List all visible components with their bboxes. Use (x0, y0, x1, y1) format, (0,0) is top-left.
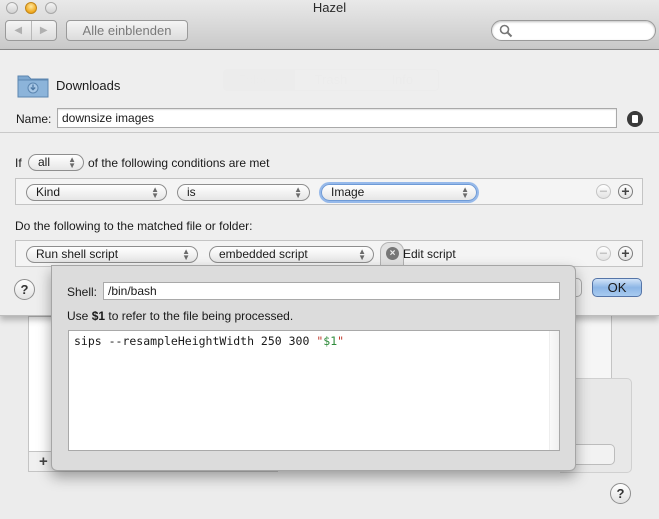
main-help-button[interactable]: ? (610, 483, 631, 504)
add-folder-button[interactable]: + (39, 453, 48, 470)
popup-arrows-icon: ▲ ▼ (294, 185, 302, 200)
navigation-segment: ◀ ▶ (5, 20, 57, 41)
add-action-button[interactable]: + (618, 246, 633, 261)
condition-attribute-value: Kind (36, 185, 61, 199)
condition-value-popup[interactable]: Image ▲ ▼ (321, 184, 477, 201)
edit-script-label[interactable]: Edit script (403, 247, 456, 261)
conditions-suffix-label: of the following conditions are met (88, 156, 270, 170)
script-hint: Use $1 to refer to the file being proces… (67, 309, 293, 323)
remove-condition-button[interactable]: − (596, 184, 611, 199)
sheet-help-button[interactable]: ? (14, 279, 35, 300)
action-type-value: Run shell script (36, 247, 119, 261)
condition-row: Kind ▲ ▼ is ▲ ▼ Image ▲ ▼ − + (15, 178, 643, 205)
popup-arrows-icon: ▲ ▼ (182, 247, 190, 262)
back-arrow-icon[interactable]: ◀ (6, 21, 31, 40)
match-mode-popup[interactable]: all ▲ ▼ (28, 154, 84, 171)
hint-prefix: Use (67, 309, 92, 323)
condition-attribute-popup[interactable]: Kind ▲ ▼ (26, 184, 167, 201)
popup-arrows-icon: ▲ ▼ (358, 247, 366, 262)
name-label: Name: (16, 112, 52, 126)
if-label: If (15, 156, 22, 170)
script-source-value: embedded script (219, 247, 308, 261)
downloads-folder-icon (17, 75, 49, 98)
ok-button[interactable]: OK (592, 278, 642, 297)
action-row: Run shell script ▲ ▼ embedded script ▲ ▼ −… (15, 240, 643, 267)
condition-operator-popup[interactable]: is ▲ ▼ (177, 184, 310, 201)
hint-suffix: to refer to the file being processed. (105, 309, 294, 323)
code-variable: $1 (323, 334, 338, 348)
remove-action-button[interactable]: − (596, 246, 611, 261)
search-icon (499, 24, 513, 38)
window-title: Hazel (312, 0, 347, 15)
script-editor[interactable]: sips --resampleHeightWidth 250 300 "$1" (68, 330, 560, 451)
folder-name: Downloads (56, 78, 121, 93)
popup-arrows-icon: ▲ ▼ (461, 185, 469, 200)
window-toolbar: Hazel ◀ ▶ Alle einblenden (0, 0, 659, 50)
divider (0, 132, 659, 133)
shell-label: Shell: (67, 285, 98, 299)
condition-operator-value: is (187, 185, 196, 199)
condition-value-value: Image (331, 185, 365, 199)
code-command: sips --resampleHeightWidth 250 300 (74, 334, 317, 348)
popup-arrows-icon: ▲ ▼ (151, 185, 159, 200)
match-mode-value: all (38, 155, 51, 169)
action-type-popup[interactable]: Run shell script ▲ ▼ (26, 246, 198, 263)
notes-icon[interactable] (627, 111, 643, 127)
forward-arrow-icon[interactable]: ▶ (30, 21, 57, 40)
popup-arrows-icon: ▲ ▼ (68, 155, 76, 170)
script-source-popup[interactable]: embedded script ▲ ▼ (209, 246, 374, 263)
add-condition-button[interactable]: + (618, 184, 633, 199)
actions-label: Do the following to the matched file or … (15, 219, 253, 233)
script-editor-popover: Shell: /bin/bash Use $1 to refer to the … (51, 265, 576, 471)
code-quote: " (337, 334, 345, 348)
hint-variable: $1 (91, 309, 106, 323)
show-all-button[interactable]: Alle einblenden (66, 20, 188, 41)
rule-name-input[interactable]: downsize images (57, 108, 617, 128)
close-editor-icon[interactable]: × (386, 247, 399, 260)
search-field[interactable] (491, 20, 656, 41)
shell-input[interactable]: /bin/bash (103, 282, 560, 300)
script-editor-scrollbar[interactable] (549, 331, 559, 450)
